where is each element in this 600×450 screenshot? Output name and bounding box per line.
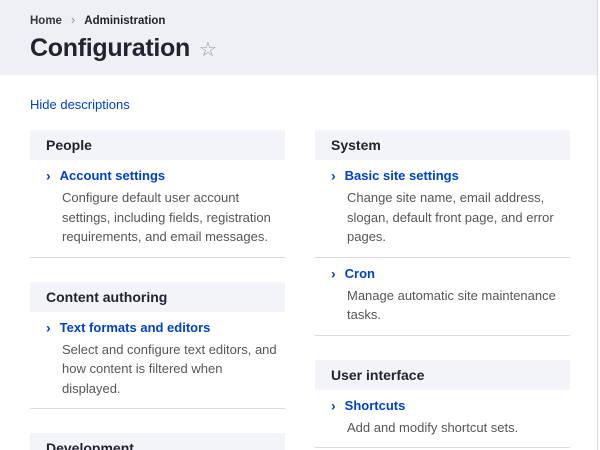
item-description: Select and configure text editors, and h… [62,340,279,399]
breadcrumb-home-link[interactable]: Home [30,15,62,27]
card-header-content-authoring: Content authoring [30,282,285,312]
item-description: Manage automatic site maintenance tasks. [347,286,564,325]
page-title-row: Configuration ☆ [30,34,570,63]
card-item-text-formats-and-editors: › Text formats and editors Select and conf… [30,312,285,410]
card-item-account-settings: › Account settings Configure default user … [30,160,285,258]
left-column: People › Account settings Configure default… [30,130,285,450]
card-header-system: System [315,130,570,160]
breadcrumb: Home › Administration [30,14,570,27]
text-formats-and-editors-link[interactable]: › Text formats and editors [46,320,279,335]
card-people: People › Account settings Configure default… [30,130,285,258]
card-header-development: Development [30,433,285,450]
page-header: Home › Administration Configuration ☆ [0,0,600,75]
cron-link[interactable]: › Cron [331,266,564,281]
link-label: Text formats and editors [60,320,211,335]
card-item-cron: › Cron Manage automatic site maintenance t… [315,258,570,336]
card-development: Development [30,433,285,450]
chevron-right-icon: › [331,266,336,280]
link-label: Basic site settings [345,168,459,183]
item-description: Add and modify shortcut sets. [347,418,564,438]
hide-descriptions-link[interactable]: Hide descriptions [30,97,130,112]
card-columns: People › Account settings Configure default… [30,130,570,450]
card-item-basic-site-settings: › Basic site settings Change site name, em… [315,160,570,258]
chevron-right-icon: › [331,398,336,412]
card-system: System › Basic site settings Change site na… [315,130,570,336]
item-description: Configure default user account settings,… [62,188,279,247]
item-description: Change site name, email address, slogan,… [347,188,564,247]
bookmark-star-icon[interactable]: ☆ [199,40,217,60]
shortcuts-link[interactable]: › Shortcuts [331,398,564,413]
main-content: Hide descriptions People › Account setting… [0,75,600,450]
card-item-shortcuts: › Shortcuts Add and modify shortcut sets. [315,390,570,449]
chevron-right-icon: › [331,169,336,183]
right-column: System › Basic site settings Change site na… [315,130,570,450]
card-header-people: People [30,130,285,160]
link-label: Account settings [60,168,165,183]
page-title: Configuration [30,34,190,63]
link-label: Cron [345,266,375,281]
link-label: Shortcuts [345,398,406,413]
card-user-interface: User interface › Shortcuts Add and modify s… [315,360,570,449]
card-header-user-interface: User interface [315,360,570,390]
card-content-authoring: Content authoring › Text formats and edito… [30,282,285,410]
chevron-right-icon: › [46,169,51,183]
basic-site-settings-link[interactable]: › Basic site settings [331,168,564,183]
breadcrumb-separator-icon: › [71,13,75,26]
account-settings-link[interactable]: › Account settings [46,168,279,183]
breadcrumb-administration-link[interactable]: Administration [84,15,165,27]
chevron-right-icon: › [46,320,51,334]
